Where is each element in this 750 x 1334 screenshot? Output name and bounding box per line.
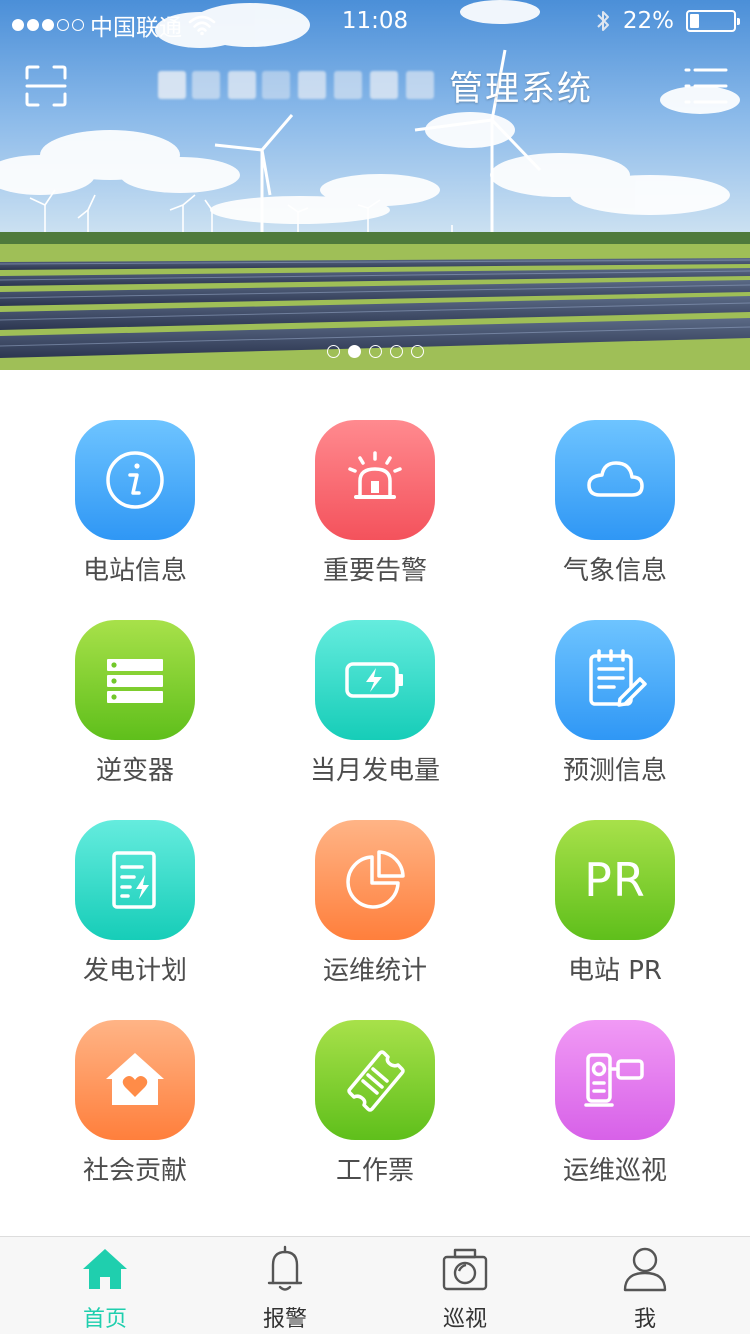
bell-icon <box>267 1245 303 1291</box>
inverter-tile[interactable] <box>75 620 195 740</box>
pagination-dot[interactable] <box>410 345 424 358</box>
battery-charge-icon <box>345 662 403 698</box>
tab-inspection[interactable]: 巡视 <box>375 1237 555 1334</box>
station-info-tile[interactable] <box>75 420 195 540</box>
alarm-siren-icon <box>348 451 402 499</box>
notepad-edit-icon <box>589 649 647 707</box>
grid-item-om-inspection[interactable]: 运维巡视 <box>490 970 740 1186</box>
grid-item-station-info[interactable]: 电站信息 <box>10 370 260 586</box>
grid-item-generation-plan[interactable]: 发电计划 <box>10 770 260 986</box>
tab-label: 巡视 <box>442 1307 487 1332</box>
scan-icon <box>25 65 67 107</box>
tab-home[interactable]: 首页 <box>15 1237 195 1334</box>
weather-info-tile[interactable] <box>555 420 675 540</box>
info-icon <box>106 451 164 509</box>
pagination-dot[interactable] <box>347 345 361 358</box>
grid-item-social-contribution[interactable]: 社会贡献 <box>10 970 260 1186</box>
grid-item-forecast-info[interactable]: 预测信息 <box>490 570 740 786</box>
cloud-icon <box>587 461 644 497</box>
tab-alarm[interactable]: 报警 <box>195 1237 375 1334</box>
grid-item-work-ticket[interactable]: 工作票 <box>250 970 500 1186</box>
forecast-info-tile[interactable] <box>555 620 675 740</box>
hero-banner[interactable]: 中国联通 11:08 22% 管理系统 <box>0 0 750 370</box>
top-bar: 管理系统 <box>0 56 750 116</box>
tab-label: 报警 <box>262 1307 307 1332</box>
bluetooth-icon <box>597 11 609 31</box>
app-title: 管理系统 <box>150 62 593 109</box>
tab-label: 首页 <box>82 1307 127 1332</box>
grid-item-monthly-generation[interactable]: 当月发电量 <box>250 570 500 786</box>
ticket-icon <box>347 1050 405 1112</box>
battery-percent: 22% <box>622 8 674 34</box>
social-contribution-tile[interactable] <box>75 1020 195 1140</box>
status-bar: 中国联通 11:08 22% <box>0 0 750 46</box>
grid-item-station-pr[interactable]: PR 电站 PR <box>490 770 740 986</box>
pagination-dot[interactable] <box>368 345 382 358</box>
grid-item-label: 社会贡献 <box>82 1156 187 1186</box>
grid-item-om-statistics[interactable]: 运维统计 <box>250 770 500 986</box>
grid-item-label: 工作票 <box>335 1156 414 1186</box>
feature-grid: 电站信息 重要告警 气象信息 逆变器 当月发电量 预测信息 发电计划 运维统计 … <box>0 370 750 1236</box>
grid-item-inverter[interactable]: 逆变器 <box>10 570 260 786</box>
heart-house-icon <box>106 1053 164 1105</box>
camera-icon <box>442 1248 488 1291</box>
server-rack-icon <box>107 659 163 703</box>
station-pr-tile[interactable]: PR <box>555 820 675 940</box>
user-icon <box>623 1247 667 1292</box>
pagination-dot[interactable] <box>389 345 403 358</box>
scan-button[interactable] <box>24 64 68 108</box>
home-icon <box>83 1249 127 1289</box>
video-camera-icon <box>584 1053 644 1107</box>
battery-icon <box>686 10 740 32</box>
generation-plan-tile[interactable] <box>75 820 195 940</box>
grid-item-label: 运维巡视 <box>562 1156 667 1186</box>
tab-label: 我 <box>633 1307 656 1332</box>
pie-chart-icon <box>346 850 405 909</box>
work-ticket-tile[interactable] <box>315 1020 435 1140</box>
important-alarm-tile[interactable] <box>315 420 435 540</box>
menu-icon <box>684 68 728 104</box>
menu-button[interactable] <box>684 66 728 106</box>
grid-item-weather-info[interactable]: 气象信息 <box>490 370 740 586</box>
pr-text-icon: PR <box>584 853 646 907</box>
pagination-dot[interactable] <box>326 345 340 358</box>
grid-item-important-alarm[interactable]: 重要告警 <box>250 370 500 586</box>
banner-pagination[interactable] <box>0 345 750 358</box>
power-plan-document-icon <box>112 851 156 909</box>
redacted-title-prefix <box>150 65 445 105</box>
om-inspection-tile[interactable] <box>555 1020 675 1140</box>
bottom-tab-bar: 首页 报警 巡视 我 <box>0 1236 750 1334</box>
status-right: 22% <box>595 8 740 34</box>
app-title-text: 管理系统 <box>449 68 593 109</box>
tab-me[interactable]: 我 <box>555 1237 735 1334</box>
om-statistics-tile[interactable] <box>315 820 435 940</box>
monthly-generation-tile[interactable] <box>315 620 435 740</box>
